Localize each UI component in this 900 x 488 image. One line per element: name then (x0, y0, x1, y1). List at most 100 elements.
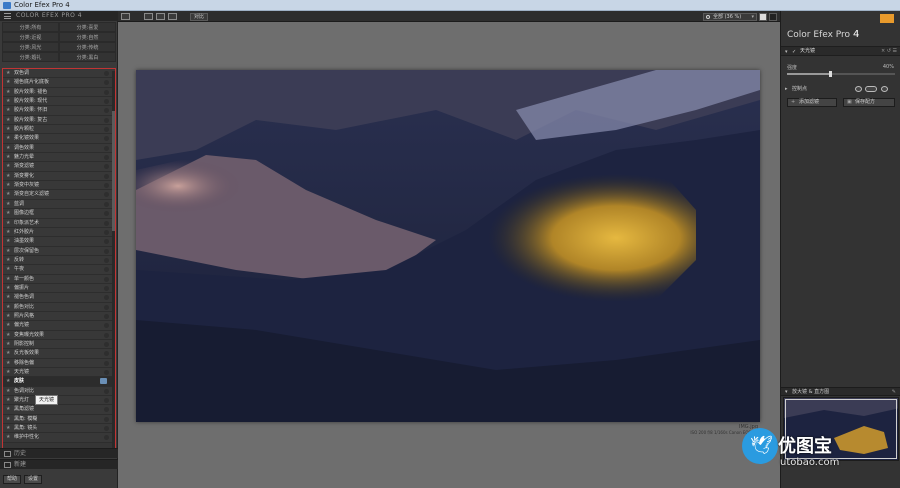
expand-triangle-icon[interactable]: ▾ (785, 389, 788, 395)
status-dot-icon[interactable] (104, 164, 109, 170)
favorite-star-icon[interactable]: ★ (6, 229, 10, 236)
status-dot-icon[interactable] (104, 435, 109, 441)
favorite-star-icon[interactable]: ★ (6, 210, 10, 217)
status-dot-icon[interactable] (104, 332, 109, 338)
status-dot-icon[interactable] (104, 201, 109, 207)
favorite-star-icon[interactable]: ★ (6, 360, 10, 367)
scrollbar-thumb[interactable] (112, 111, 115, 231)
favorite-star-icon[interactable]: ★ (6, 126, 10, 133)
enable-check-icon[interactable]: ✓ (792, 49, 796, 55)
status-dot-icon[interactable] (104, 426, 109, 432)
favorite-star-icon[interactable]: ★ (6, 397, 10, 404)
status-dot-icon[interactable] (104, 136, 109, 142)
favorite-star-icon[interactable]: ★ (6, 70, 10, 77)
filter-item[interactable]: ★ 单一颜色 (3, 274, 115, 284)
filter-item[interactable]: ★ 颜色对比 (3, 302, 115, 312)
photo-canvas[interactable] (136, 70, 760, 422)
save-preset-button[interactable]: ▣ 保存配方 (843, 98, 895, 107)
menu-icon[interactable] (4, 13, 11, 19)
favorite-star-icon[interactable]: ★ (6, 341, 10, 348)
status-dot-icon[interactable] (104, 370, 109, 375)
recipe-icon[interactable] (100, 378, 107, 385)
status-dot-icon[interactable] (104, 127, 109, 133)
filter-item[interactable]: ★ 黑角: 模糊 (3, 414, 115, 425)
favorite-star-icon[interactable]: ★ (6, 378, 10, 385)
filter-item[interactable]: ★ 胶片效果: 现代 (3, 97, 115, 107)
status-dot-icon[interactable] (104, 285, 109, 291)
status-dot-icon[interactable] (104, 267, 109, 273)
status-dot-icon[interactable] (104, 99, 109, 105)
status-dot-icon[interactable] (104, 192, 109, 198)
favorite-star-icon[interactable]: ★ (6, 98, 10, 105)
filter-item[interactable]: ★ 褪色底片化底板 (3, 78, 115, 88)
library-header[interactable]: COLOR EFEX PRO 4 (0, 11, 118, 21)
pin-icon[interactable]: ✎ (892, 388, 896, 396)
filter-item[interactable]: ★ 偏光镜 (3, 321, 115, 331)
filter-item[interactable]: ★ 魅力光晕 (3, 153, 115, 163)
favorite-star-icon[interactable]: ★ (6, 154, 10, 161)
strength-slider[interactable] (787, 71, 895, 77)
favorite-star-icon[interactable]: ★ (6, 191, 10, 198)
favorite-star-icon[interactable]: ★ (6, 135, 10, 142)
filter-item[interactable]: ★ 皮肤 (3, 377, 115, 387)
favorite-star-icon[interactable]: ★ (6, 238, 10, 245)
status-dot-icon[interactable] (104, 360, 109, 366)
status-dot-icon[interactable] (104, 211, 109, 217)
favorite-star-icon[interactable]: ★ (6, 332, 10, 339)
favorite-star-icon[interactable]: ★ (6, 304, 10, 311)
status-dot-icon[interactable] (104, 145, 109, 151)
favorite-star-icon[interactable]: ★ (6, 406, 10, 413)
status-dot-icon[interactable] (104, 117, 109, 123)
category-tab[interactable]: 分类:自然 (59, 32, 116, 42)
filter-section-header[interactable]: ▾ ✓ 天光镜 × ↺ ☰ (781, 46, 900, 56)
side-by-side-icon[interactable] (168, 13, 177, 20)
category-tab[interactable]: 分类:黑白 (59, 52, 116, 62)
help-button[interactable]: 帮助 (3, 475, 21, 484)
filter-item[interactable]: ★ 蓝调 (3, 199, 115, 210)
filter-item[interactable]: ★ 渐变滤镜 (3, 162, 115, 172)
filter-item[interactable]: ★ 阴影控制 (3, 339, 115, 350)
status-dot-icon[interactable] (104, 155, 109, 161)
status-dot-icon[interactable] (104, 416, 109, 422)
filter-item[interactable]: ★ 反转 (3, 255, 115, 266)
filter-item[interactable]: ★ 渐变雾化 (3, 171, 115, 182)
status-dot-icon[interactable] (104, 89, 109, 95)
favorite-star-icon[interactable]: ★ (6, 173, 10, 180)
filter-item[interactable]: ★ 图像边框 (3, 209, 115, 219)
status-dot-icon[interactable] (104, 248, 109, 254)
history-row[interactable]: 历史 (0, 448, 118, 458)
control-point-icon[interactable] (881, 86, 888, 92)
category-tab[interactable]: 分类:婚礼 (2, 52, 59, 62)
status-dot-icon[interactable] (104, 323, 109, 329)
favorite-star-icon[interactable]: ★ (6, 257, 10, 264)
status-dot-icon[interactable] (104, 351, 109, 357)
filter-item[interactable]: ★ 偏振片 (3, 283, 115, 294)
filter-item[interactable]: ★ 胶片效果: 怀旧 (3, 106, 115, 116)
favorite-star-icon[interactable]: ★ (6, 425, 10, 432)
filter-item[interactable]: ★ 红外胶片 (3, 227, 115, 238)
favorite-star-icon[interactable]: ★ (6, 163, 10, 170)
add-filter-button[interactable]: + 添加滤镜 (787, 98, 837, 107)
status-dot-icon[interactable] (104, 388, 109, 394)
filter-item[interactable]: ★ 变焦曝光效果 (3, 330, 115, 340)
favorite-star-icon[interactable]: ★ (6, 220, 10, 227)
bg-black-swatch[interactable] (769, 13, 777, 21)
favorite-star-icon[interactable]: ★ (6, 369, 10, 376)
filter-list-scrollbar[interactable] (112, 71, 115, 455)
favorite-star-icon[interactable]: ★ (6, 350, 10, 357)
status-dot-icon[interactable] (104, 239, 109, 245)
favorite-star-icon[interactable]: ★ (6, 285, 10, 292)
zoom-select[interactable]: 全部 (36 %) ▾ (703, 13, 757, 21)
filter-item[interactable]: ★ 层次保留色 (3, 246, 115, 256)
loupe-header[interactable]: ▾ 放大镜 & 直方图 ✎ (781, 387, 900, 396)
single-view-icon[interactable] (144, 13, 153, 20)
status-dot-icon[interactable] (104, 80, 109, 86)
filter-item[interactable]: ★ 反光板效果 (3, 349, 115, 359)
favorite-star-icon[interactable]: ★ (6, 117, 10, 124)
filter-item[interactable]: ★ 移除色偏 (3, 358, 115, 368)
filter-item[interactable]: ★ 聚光灯 (3, 396, 115, 406)
status-dot-icon[interactable] (104, 229, 109, 235)
section-action-icons[interactable]: × ↺ ☰ (881, 47, 897, 56)
favorite-star-icon[interactable]: ★ (6, 266, 10, 273)
status-dot-icon[interactable] (104, 183, 109, 189)
